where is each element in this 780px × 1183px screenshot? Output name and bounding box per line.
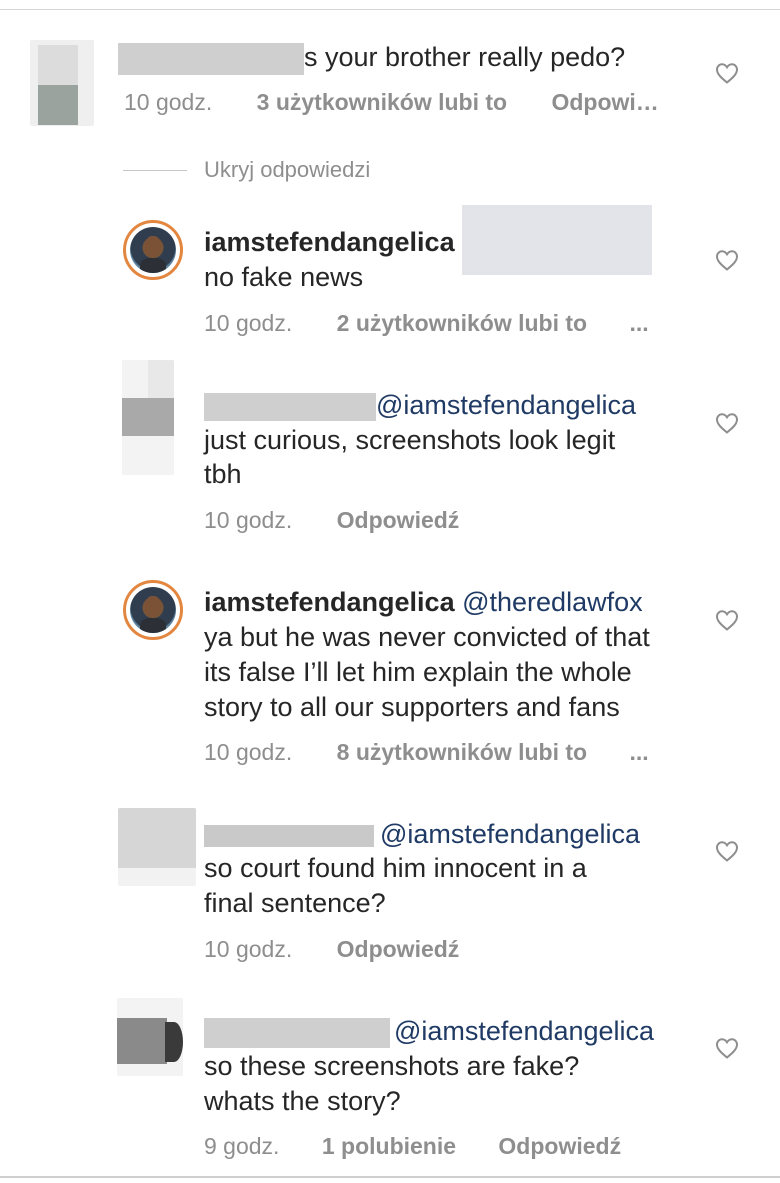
timestamp: 10 godz. bbox=[204, 936, 293, 962]
comment-text-line-2: whats the story? bbox=[204, 1086, 401, 1116]
heart-outline-icon[interactable] bbox=[715, 412, 739, 434]
avatar-redacted[interactable] bbox=[30, 40, 94, 126]
redacted-username bbox=[204, 824, 374, 847]
likes-count-link[interactable]: 1 polubienie bbox=[322, 1131, 456, 1161]
avatar[interactable] bbox=[123, 220, 183, 280]
timestamp: 10 godz. bbox=[204, 739, 293, 765]
mention-link[interactable]: @iamstefendangelica bbox=[376, 390, 636, 420]
heart-outline-icon[interactable] bbox=[715, 249, 739, 271]
mention-link[interactable]: @iamstefendangelica bbox=[380, 819, 640, 849]
redacted-username bbox=[204, 392, 376, 421]
comment-text-line-2: final sentence? bbox=[204, 888, 386, 918]
comment-meta: 9 godz. 1 polubienie Odpowiedź bbox=[204, 1131, 621, 1161]
timestamp: 10 godz. bbox=[204, 507, 293, 533]
comment-meta: 10 godz. Odpowiedź bbox=[204, 934, 459, 964]
reply-button[interactable]: Odpowiedź bbox=[337, 505, 460, 535]
comment-text-line-1: so these screenshots are fake? bbox=[204, 1051, 580, 1081]
top-divider bbox=[0, 9, 780, 10]
comment-text: s your brother really pedo? bbox=[118, 40, 625, 75]
comment-meta: 10 godz. 2 użytkowników lubi to ... bbox=[204, 308, 649, 338]
avatar-redacted[interactable] bbox=[117, 998, 183, 1076]
divider-line bbox=[123, 170, 187, 171]
mention-link[interactable]: @iamstefendangelica bbox=[394, 1016, 654, 1046]
username-link[interactable]: iamstefendangelica bbox=[204, 227, 455, 257]
comment-text-line-2: tbh bbox=[204, 459, 242, 489]
reply-button[interactable]: Odpowi… bbox=[551, 87, 658, 117]
comment-text-line-1: ya but he was never convicted of that bbox=[204, 622, 650, 652]
likes-count-link[interactable]: 8 użytkowników lubi to bbox=[337, 737, 587, 767]
heart-outline-icon[interactable] bbox=[715, 62, 739, 84]
comment-meta: 10 godz. 8 użytkowników lubi to ... bbox=[204, 737, 649, 767]
comment-text: no fake news bbox=[204, 262, 364, 292]
hide-replies-label: Ukryj odpowiedzi bbox=[204, 157, 371, 182]
username-link[interactable]: iamstefendangelica bbox=[204, 587, 455, 617]
comment-header: @iamstefendangelica bbox=[204, 388, 636, 423]
comment-header: iamstefendangelica @theredlawfox bbox=[204, 585, 643, 620]
reply-button[interactable]: Odpowiedź bbox=[337, 934, 460, 964]
more-options-button[interactable]: ... bbox=[629, 737, 648, 767]
bottom-divider bbox=[0, 1176, 780, 1178]
heart-outline-icon[interactable] bbox=[715, 1037, 739, 1059]
heart-outline-icon[interactable] bbox=[715, 609, 739, 631]
comment-text-line-2: its false I’ll let him explain the whole bbox=[204, 657, 632, 687]
likes-count-link[interactable]: 2 użytkowników lubi to bbox=[337, 308, 587, 338]
redacted-mention bbox=[462, 205, 653, 275]
comment-text-line-1: so court found him innocent in a bbox=[204, 853, 587, 883]
timestamp: 10 godz. bbox=[204, 310, 293, 336]
heart-outline-icon[interactable] bbox=[715, 840, 739, 862]
mention-link[interactable]: @theredlawfox bbox=[462, 587, 643, 617]
timestamp: 9 godz. bbox=[204, 1133, 280, 1159]
timestamp: 10 godz. bbox=[124, 89, 213, 115]
comment-meta: 10 godz. Odpowiedź bbox=[204, 505, 459, 535]
comment-meta: 10 godz. 3 użytkowników lubi to Odpowi… bbox=[124, 87, 659, 117]
comment-text-line-3: story to all our supporters and fans bbox=[204, 692, 620, 722]
likes-count-link[interactable]: 3 użytkowników lubi to bbox=[257, 87, 507, 117]
avatar-redacted[interactable] bbox=[118, 808, 196, 886]
redacted-username bbox=[204, 1017, 390, 1048]
avatar-redacted[interactable] bbox=[122, 360, 174, 475]
reply-button[interactable]: Odpowiedź bbox=[498, 1131, 621, 1161]
avatar[interactable] bbox=[123, 580, 183, 640]
more-options-button[interactable]: ... bbox=[629, 308, 648, 338]
redacted-username bbox=[118, 42, 304, 75]
comment-header: @iamstefendangelica bbox=[204, 1014, 654, 1049]
comment-header: @iamstefendangelica bbox=[204, 817, 640, 852]
comment-text-line-1: just curious, screenshots look legit bbox=[204, 425, 616, 455]
